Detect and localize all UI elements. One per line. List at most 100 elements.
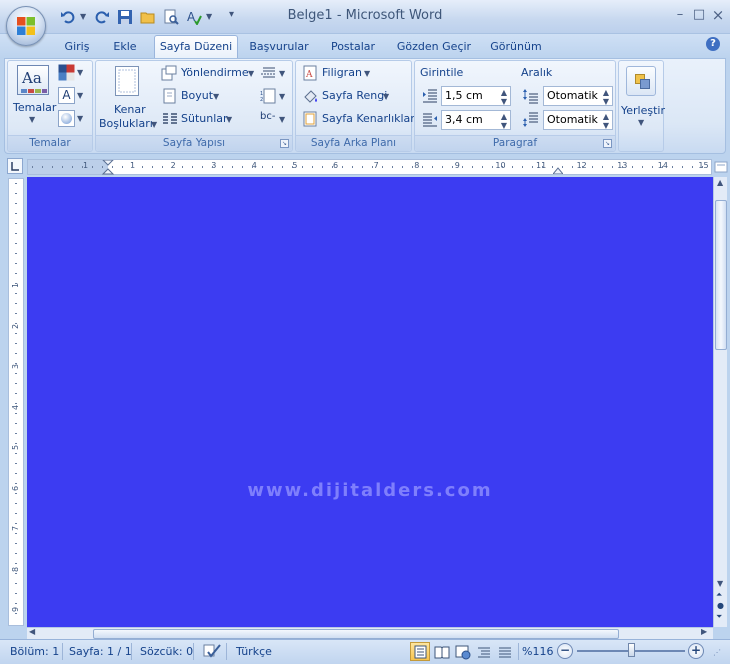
ruler-minor-tick bbox=[242, 166, 243, 168]
tab-gozden-gecir[interactable]: Gözden Geçir bbox=[394, 38, 474, 58]
resize-grip-icon[interactable]: ⋰ bbox=[713, 648, 721, 657]
horizontal-ruler[interactable]: 1123456789101112131415 bbox=[27, 159, 712, 175]
spacing-after-down-icon[interactable]: ▼ bbox=[603, 117, 609, 135]
themes-icon-text: Aa bbox=[22, 69, 42, 87]
office-button[interactable] bbox=[6, 6, 46, 46]
columns-button[interactable]: Sütunlar ▼ bbox=[161, 110, 257, 128]
zoom-level[interactable]: %116 bbox=[522, 645, 553, 658]
ruler-tick-label: 6 bbox=[333, 161, 339, 170]
full-screen-reading-view-button[interactable] bbox=[431, 642, 451, 661]
ruler-minor-tick bbox=[15, 453, 17, 454]
ruler-minor-tick bbox=[112, 166, 113, 168]
zoom-out-icon[interactable]: − bbox=[557, 643, 573, 659]
draft-view-button[interactable] bbox=[494, 642, 514, 661]
ruler-minor-tick bbox=[152, 166, 153, 168]
line-numbers-button[interactable]: 12 ▼ bbox=[260, 87, 290, 105]
horizontal-scroll-thumb[interactable] bbox=[93, 629, 619, 639]
maximize-button[interactable]: □ bbox=[690, 6, 708, 24]
status-word-count[interactable]: Sözcük: 0 bbox=[140, 645, 193, 658]
status-section[interactable]: Bölüm: 1 bbox=[10, 645, 59, 658]
hyphenation-button[interactable]: bc- ▼ bbox=[260, 110, 290, 128]
indent-left-input[interactable]: 1,5 cm ▲ ▼ bbox=[441, 86, 511, 106]
tab-postalar[interactable]: Postalar bbox=[322, 38, 384, 58]
tab-ekle[interactable]: Ekle bbox=[104, 38, 146, 58]
previous-page-icon[interactable]: ⏶ bbox=[716, 590, 722, 600]
tab-gorunum[interactable]: Görünüm bbox=[484, 38, 548, 58]
ruler-minor-tick bbox=[162, 166, 163, 168]
orientation-button[interactable]: Yönlendirme ▼ bbox=[161, 64, 257, 82]
watermark-button[interactable]: A Filigran ▼ bbox=[302, 64, 382, 82]
scroll-down-icon[interactable]: ▼ bbox=[717, 579, 723, 588]
web-layout-view-button[interactable] bbox=[452, 642, 472, 661]
vertical-scroll-thumb[interactable] bbox=[715, 200, 727, 350]
document-page[interactable]: www.dijitalders.com bbox=[27, 177, 713, 627]
close-button[interactable]: × bbox=[709, 6, 727, 24]
ruler-minor-tick bbox=[15, 403, 17, 404]
page-color-button[interactable]: Sayfa Rengi ▼ bbox=[302, 87, 398, 105]
hyphenation-icon: bc- bbox=[260, 111, 276, 122]
themes-icon: Aa bbox=[17, 65, 49, 95]
spacing-before-input[interactable]: Otomatik ▲ ▼ bbox=[543, 86, 613, 106]
status-separator bbox=[518, 643, 519, 660]
left-tab-icon bbox=[11, 162, 19, 171]
page-setup-launcher-icon[interactable]: ↘ bbox=[280, 139, 289, 148]
ruler-minor-tick bbox=[142, 166, 143, 168]
theme-fonts-icon: A bbox=[58, 87, 75, 104]
vertical-ruler[interactable]: 123456789 bbox=[8, 178, 24, 626]
ruler-minor-tick bbox=[202, 166, 203, 168]
ruler-minor-tick bbox=[15, 193, 17, 194]
view-ruler-icon[interactable] bbox=[714, 160, 728, 174]
scroll-left-icon[interactable]: ◀ bbox=[29, 627, 35, 636]
zoom-in-icon[interactable]: + bbox=[688, 643, 704, 659]
help-icon[interactable]: ? bbox=[706, 37, 720, 51]
breaks-button[interactable]: ▼ bbox=[260, 64, 290, 82]
print-layout-view-button[interactable] bbox=[410, 642, 430, 661]
indent-right-input[interactable]: 3,4 cm ▲ ▼ bbox=[441, 110, 511, 130]
ruler-minor-tick bbox=[512, 166, 513, 168]
arrange-button[interactable]: Yerleştir ▼ bbox=[620, 63, 665, 133]
status-page[interactable]: Sayfa: 1 / 1 bbox=[69, 645, 132, 658]
theme-colors-button[interactable]: ▼ bbox=[58, 64, 84, 82]
indent-left-value: 1,5 cm bbox=[445, 89, 483, 102]
paragraph-launcher-icon[interactable]: ↘ bbox=[603, 139, 612, 148]
ruler-minor-tick bbox=[15, 233, 17, 234]
ruler-minor-tick bbox=[602, 166, 603, 168]
theme-fonts-button[interactable]: A ▼ bbox=[58, 87, 84, 105]
size-button[interactable]: Boyut ▼ bbox=[161, 87, 257, 105]
scroll-up-icon[interactable]: ▲ bbox=[717, 178, 723, 187]
ruler-minor-tick bbox=[15, 473, 17, 474]
ruler-minor-tick bbox=[15, 553, 17, 554]
tab-basvurular[interactable]: Başvurular bbox=[246, 38, 312, 58]
ruler-minor-tick bbox=[312, 166, 313, 168]
tab-sayfa-duzeni[interactable]: Sayfa Düzeni bbox=[154, 35, 238, 59]
theme-effects-button[interactable]: ▼ bbox=[58, 110, 84, 128]
tab-giris[interactable]: Giriş bbox=[58, 38, 96, 58]
outline-view-button[interactable] bbox=[473, 642, 493, 661]
group-label-sayfa-yapisi: Sayfa Yapısı bbox=[96, 135, 292, 151]
ruler-minor-tick bbox=[372, 166, 373, 168]
scroll-right-icon[interactable]: ▶ bbox=[701, 627, 707, 636]
tab-selector[interactable] bbox=[7, 158, 23, 174]
page-borders-button[interactable]: Sayfa Kenarlıkları bbox=[302, 110, 418, 128]
svg-text:2: 2 bbox=[260, 97, 263, 103]
ruler-minor-tick bbox=[292, 166, 293, 168]
themes-button[interactable]: Aa Temalar ▼ bbox=[13, 63, 56, 125]
indent-right-down-icon[interactable]: ▼ bbox=[501, 117, 507, 135]
margins-label-line1: Kenar bbox=[114, 103, 146, 116]
ruler-minor-tick bbox=[642, 166, 643, 168]
status-language[interactable]: Türkçe bbox=[236, 645, 272, 658]
ruler-minor-tick bbox=[572, 166, 573, 168]
ruler-minor-tick bbox=[402, 166, 403, 168]
ruler-minor-tick bbox=[15, 213, 17, 214]
spacing-after-input[interactable]: Otomatik ▲ ▼ bbox=[543, 110, 613, 130]
horizontal-scrollbar[interactable]: ◀ ▶ bbox=[27, 627, 713, 639]
zoom-slider-thumb[interactable] bbox=[628, 643, 635, 657]
margins-button[interactable]: Kenar Boşlukları ▼ bbox=[97, 63, 157, 133]
columns-label: Sütunlar bbox=[181, 112, 228, 125]
select-browse-object-icon[interactable]: ● bbox=[717, 601, 724, 610]
ruler-minor-tick bbox=[342, 166, 343, 168]
next-page-icon[interactable]: ⏷ bbox=[716, 612, 722, 622]
proofing-icon[interactable] bbox=[202, 642, 222, 660]
minimize-button[interactable]: – bbox=[671, 6, 689, 24]
vertical-scrollbar[interactable]: ▲ ▼ ⏶ ● ⏷ bbox=[713, 177, 727, 627]
